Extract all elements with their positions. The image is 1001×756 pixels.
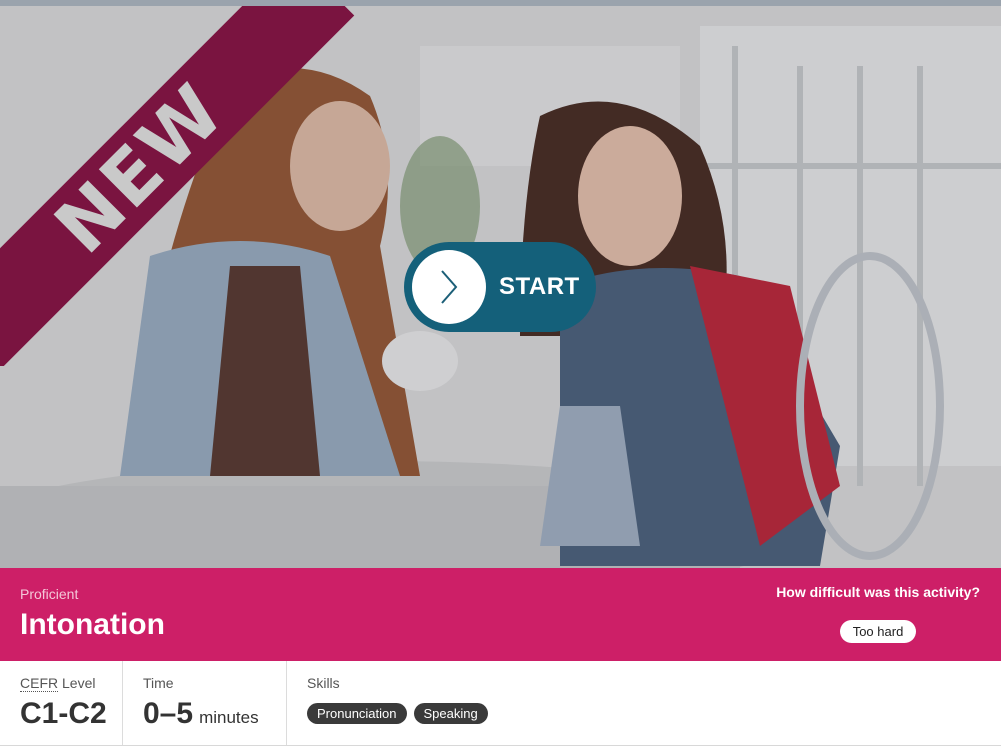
chevron-right-icon (441, 270, 458, 304)
cefr-abbreviation[interactable]: CEFR (20, 675, 59, 692)
cefr-cell: CEFR Level C1-C2 (0, 661, 123, 745)
skill-tag-speaking[interactable]: Speaking (413, 703, 488, 724)
time-label: Time (143, 675, 174, 691)
time-value-wrap: 0–5 minutes (143, 697, 259, 731)
skills-cell: Skills Pronunciation Speaking (287, 661, 1000, 745)
cefr-value: C1-C2 (20, 697, 107, 730)
skill-tag-pronunciation[interactable]: Pronunciation (307, 703, 407, 724)
skills-tags: Pronunciation Speaking (307, 703, 488, 724)
new-ribbon: NEW (0, 6, 360, 366)
start-circle (412, 250, 486, 324)
activity-page: NEW START Proficient Intonation How diff… (0, 0, 1001, 756)
new-ribbon-text: NEW (38, 67, 242, 271)
too-hard-button[interactable]: Too hard (840, 620, 916, 643)
time-cell: Time 0–5 minutes (123, 661, 287, 745)
cefr-label: CEFR Level (20, 675, 96, 692)
activity-meta: CEFR Level C1-C2 Time 0–5 minutes Skills … (0, 661, 1001, 746)
time-unit: minutes (199, 708, 259, 727)
time-value: 0–5 (143, 697, 194, 730)
activity-header: Proficient Intonation How difficult was … (0, 568, 1001, 661)
new-ribbon-band: NEW (0, 6, 355, 366)
start-button[interactable]: START (404, 242, 596, 332)
activity-level: Proficient (20, 586, 79, 602)
start-label: START (499, 273, 580, 300)
hero-image-area: NEW START (0, 6, 1001, 568)
skills-label: Skills (307, 675, 340, 691)
cefr-label-rest: Level (58, 675, 96, 691)
activity-title: Intonation (20, 608, 165, 641)
difficulty-question: How difficult was this activity? (776, 584, 980, 600)
